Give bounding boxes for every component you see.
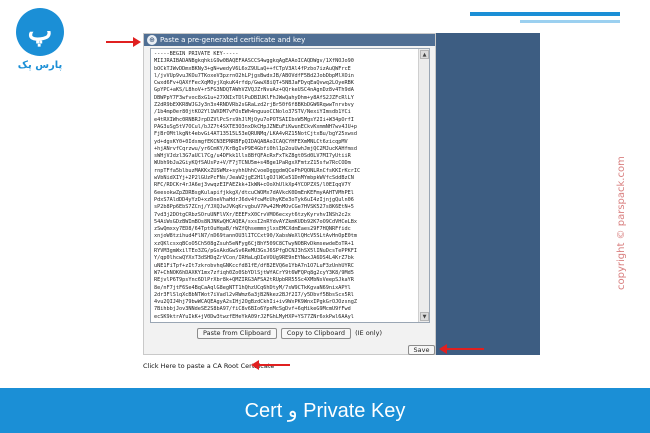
certificate-line: sWHjVJdzl3G7aUCl7Cg/u4DFkk1lls8BfQFAcRxF… <box>154 153 351 160</box>
certificate-line: Z2dR9bEXKR8WJGJy3n3x4RNDVRb2sGRaLzd2rjBr… <box>154 102 354 109</box>
certificate-line: wVbNidXIYj+2P2lGUzPcFNs/JeaW2jgE2H1lgOJl… <box>154 175 354 182</box>
certificate-line: PAG3uSg5tV7OCul/bJZ7t4SXTE3O3nxDkCHpJZNE… <box>154 123 358 130</box>
certificate-dialog: ⊕ Paste a pre-generated certificate and … <box>143 33 436 355</box>
certificate-line: Y/qp0lhcwQYXxT3dSHDqZrVCon/IRHaLqDIeVOUg… <box>154 255 354 262</box>
certificate-line: 54AiWsGDzBWImBOs8NJNKwQHCAQEA/sxsI2nRYdv… <box>154 218 358 225</box>
certificate-line: -----BEGIN PRIVATE KEY----- <box>154 51 239 57</box>
certificate-line: DBWPpY7F3wfvoc8xG1u+27XNIxTDlPuDBIUKlFhJ… <box>154 94 354 101</box>
certificate-line: /1b4mp0er80jtKO2Yl1WXDM7vFOsEWh4nguuoCCN… <box>154 109 351 116</box>
clipboard-button-row: Paste from Clipboard Copy to Clipboard (… <box>144 327 435 339</box>
certificate-line: GpYPC+aKS/L8hoV+r5FG3NDQTAWhVZVQJZrNvuAz… <box>154 87 354 94</box>
red-arrow-save <box>439 344 484 354</box>
certificate-line: sP2b8Pp6EbS7ZCnj/YJXQJwJVKqKrvgbuV7Pw42M… <box>154 204 354 211</box>
certificate-line: ecSK9ktrAYuIkK+jV0Dw3twzfEHeYkA09rJ2FGhL… <box>154 313 354 320</box>
certificate-line: xnjoW8tzihud4FlN7/nD69tannOU3lITCCxt90/X… <box>154 233 358 240</box>
certificate-line: yd+dgsKY0+0IdsmgfEKCN3EPNRBFpQIDAQABAoIC… <box>154 138 348 145</box>
certificate-line: +hjANrvfCqrzwu/yr6CmKY/KrBgIvP9E4Gbfi0hl… <box>154 145 358 152</box>
dialog-header: ⊕ Paste a pre-generated certificate and … <box>144 34 435 46</box>
certificate-line: 6eesokwZpZDRBsgKulapifjkkgX/dtcuCWOMx7dA… <box>154 189 354 196</box>
certificate-line: FjBrOMtlkgNt4ebvGi4AT13515L53eQRUNMq/LKA… <box>154 131 358 138</box>
certificate-line: xzQKlcsxqBCoO5Ch508gZsuh5eNFyg6CjBhY509C… <box>154 240 354 247</box>
certificate-line: PdxS7AldDD4yYzD+xzDneVhaHdrJ6dv4fcwMcUhy… <box>154 196 354 203</box>
info-icon[interactable]: ⊕ <box>147 35 157 45</box>
red-arrow-header <box>106 37 141 47</box>
certificate-line: uNE1FiTpf+zIt7zkrobvhqGNKccfd81fE/dfB2EV… <box>154 262 354 269</box>
save-button[interactable]: Save <box>408 345 435 355</box>
certificate-textarea[interactable]: -----BEGIN PRIVATE KEY----- MIIJRAIBADANB… <box>150 48 430 323</box>
copyright-text: copyright © parspack.com <box>616 156 627 290</box>
scroll-up-arrow-icon[interactable]: ▲ <box>420 50 429 59</box>
certificate-line: W7+ChNOK6hDAXKY1mx7zfiqh0Zo0SbYDlSjtWfAC… <box>154 269 354 276</box>
certificate-line: MIIJRAIBADANBgkqhkiG9w0BAQEFAASCCS4wggkq… <box>154 58 354 65</box>
certificate-line: 7vd3j2DOtgCRbzSOruUNFlVXr/EEEFxX0CrvVMO6… <box>154 211 351 218</box>
certificate-line: RFC/RDCKr4rJA6ej3vwqzEIFAEZkk+IkWN+cOoXh… <box>154 182 351 189</box>
certificate-line: bOCkTJWvDDmxBKNy3+gN+wedyV6L6xZ9ULaQ++fC… <box>154 65 351 72</box>
certificate-line: 8e/nF7jtF6Se4BqCaAqlG8egNTT1hQhzUCq6hDty… <box>154 284 351 291</box>
dialog-title: Paste a pre-generated certificate and ke… <box>160 36 306 44</box>
scroll-down-arrow-icon[interactable]: ▼ <box>420 312 429 321</box>
logo-text: پارس پک <box>17 60 63 71</box>
copy-to-clipboard-button[interactable]: Copy to Clipboard <box>280 327 352 339</box>
textarea-scrollbar[interactable]: ▲ ▼ <box>418 49 429 322</box>
ie-only-note: (IE only) <box>355 329 382 337</box>
certificate-line: l/jvVUp9vuJKOu7TKoxeV3pzrnO2hLPjgsBwdxJB… <box>154 72 354 79</box>
red-arrow-ca-link <box>251 360 290 370</box>
top-decoration-bar <box>470 12 620 16</box>
certificate-line: REjvlP6T9psYnc6DlPrXbr8k+QMZIRG3AFSA2tRU… <box>154 277 354 284</box>
certificate-line: 2dr3FlSlqXcBbNTWot7iVadl2vRWmz6a3jB2Nkez… <box>154 291 354 298</box>
page: پ پارس پک ⊕ Paste a pre-generated certif… <box>0 0 650 433</box>
certificate-text[interactable]: -----BEGIN PRIVATE KEY----- MIIJRAIBADANB… <box>154 51 416 321</box>
certificate-line: RYVM3gmWxilTEo3ZG/pGsAkdGwSv6ReMU3GsJ6SP… <box>154 248 358 255</box>
bottom-banner: Cert و Private Key <box>0 388 650 433</box>
right-side-panel <box>436 33 540 355</box>
paste-from-clipboard-button[interactable]: Paste from Clipboard <box>197 327 277 339</box>
certificate-line: 4vu2QIJ4hj79bwWCAQEAgyA2sIHj2OgBzdCkhIi+… <box>154 299 358 306</box>
certificate-line: WUbh9bJa2GiyKQfSAUsPz+V/F7jTCNU5m+s4Bge1… <box>154 160 351 167</box>
parspack-logo: پ پارس پک <box>12 8 68 80</box>
certificate-line: Cwxd6Fv+QAXfFecXqMOyjXqkuK4rfdp/GwwX8iQT… <box>154 80 354 87</box>
certificate-line: e4tRXIWhc0RNBRJrpDZVlPcSrs9hJlMjOyu7oPOT… <box>154 116 354 123</box>
banner-title: Cert و Private Key <box>244 400 406 422</box>
certificate-line: 7BihbbjJov3NNdeSE2S8bA97/fiC8v6BIo6YpnMc… <box>154 306 351 313</box>
logo-glyph: پ <box>16 8 64 56</box>
top-decoration-bar-light <box>520 20 620 23</box>
certificate-line: rnpTFfa5blbuzMAKKxZUSWMz+syhhUhhCvoeDggg… <box>154 167 361 174</box>
certificate-line: zSwQmxxy7ED8/64TptOuHqaB/rWZfQhsemmnjlxs… <box>154 226 351 233</box>
